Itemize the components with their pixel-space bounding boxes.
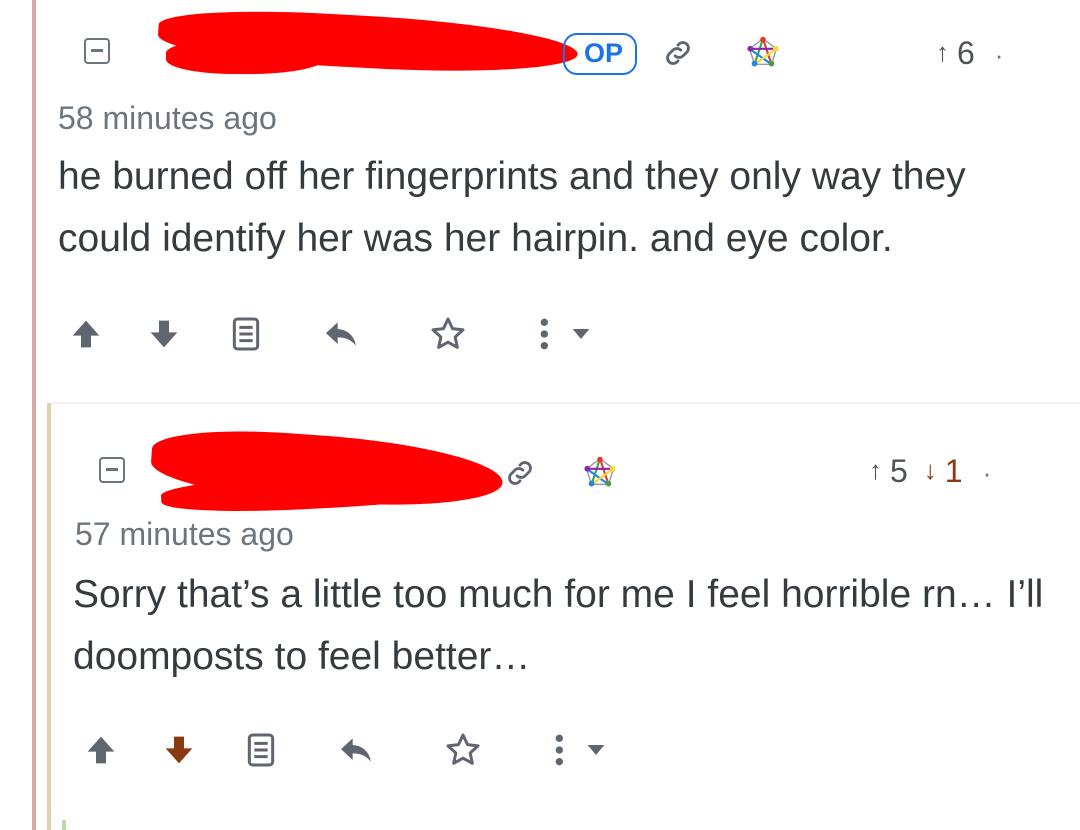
fediverse-icon[interactable] [746, 36, 780, 70]
view-source-button[interactable] [226, 314, 266, 354]
upvote-button[interactable] [81, 730, 121, 770]
downvote-count: 1 [944, 453, 963, 489]
more-options-button[interactable] [546, 730, 616, 770]
comment-header: ↑ 5 ↓ 1 · [51, 423, 1080, 517]
comment-actions [36, 314, 1080, 358]
comment-timestamp: 57 minutes ago [75, 516, 294, 552]
view-source-button[interactable] [241, 730, 281, 770]
redacted-username [166, 40, 326, 74]
comment-score: ↑ 6 · [936, 32, 1003, 72]
comment-actions [51, 730, 1080, 774]
fediverse-icon[interactable] [583, 456, 617, 490]
comment-header: OP ↑ 6 · [36, 5, 1080, 79]
comment-body: he burned off her fingerprints and they … [58, 155, 966, 260]
op-badge: OP [563, 33, 637, 75]
collapse-button[interactable] [99, 457, 125, 483]
comment-body: Sorry that’s a little too much for me I … [73, 573, 1044, 678]
collapse-button[interactable] [84, 38, 110, 64]
comment-reply: ↑ 5 ↓ 1 · 57 minutes ago Sorry that’s a litt… [51, 402, 1080, 824]
comment-score: ↑ 5 ↓ 1 · [869, 450, 991, 490]
comment-timestamp: 58 minutes ago [58, 100, 277, 136]
more-options-button[interactable] [531, 314, 601, 354]
more-info-dot[interactable]: · [983, 458, 992, 488]
more-info-dot[interactable]: · [995, 40, 1004, 70]
upvote-count-arrow: ↑ [869, 455, 882, 485]
save-star-button[interactable] [428, 314, 468, 354]
upvote-count-arrow: ↑ [936, 37, 949, 67]
save-star-button[interactable] [443, 730, 483, 770]
reply-button[interactable] [321, 314, 361, 354]
downvote-count-arrow: ↓ [923, 455, 937, 485]
link-icon[interactable] [503, 456, 537, 490]
upvote-count: 6 [957, 35, 975, 71]
reply-button[interactable] [336, 730, 376, 770]
downvote-button[interactable] [144, 314, 184, 354]
upvote-button[interactable] [66, 314, 106, 354]
upvote-count: 5 [890, 453, 908, 489]
link-icon[interactable] [661, 36, 695, 70]
downvote-button-active[interactable] [159, 730, 199, 770]
comment: OP ↑ 6 · 58 minutes ago he burned off he… [36, 0, 1080, 400]
